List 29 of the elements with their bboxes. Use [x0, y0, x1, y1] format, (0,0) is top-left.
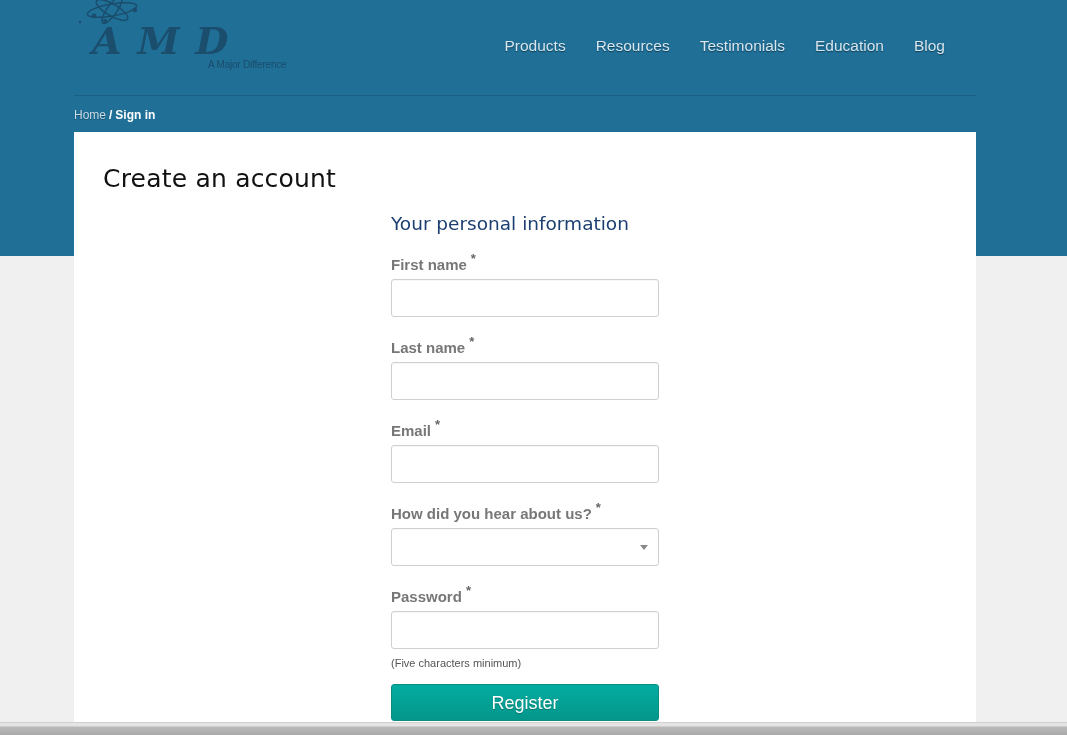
nav-link[interactable]: Resources — [580, 36, 685, 56]
nav-link[interactable]: Blog — [898, 36, 960, 56]
text-field[interactable] — [391, 445, 659, 483]
required-asterisk: * — [469, 334, 475, 349]
password-field[interactable] — [391, 611, 659, 649]
required-asterisk: * — [465, 583, 471, 598]
atom-icon — [78, 0, 140, 24]
register-button[interactable]: Register — [391, 684, 659, 721]
breadcrumb-current: Sign in — [115, 108, 156, 122]
page-title: Create an account — [103, 163, 338, 195]
required-asterisk: * — [595, 500, 601, 515]
nav-link[interactable]: Education — [800, 36, 899, 56]
text-field[interactable] — [391, 279, 659, 317]
field-label: Last name — [391, 339, 466, 356]
field-hint: (Five characters minimum) — [391, 656, 523, 670]
section-title: Your personal information — [391, 212, 630, 236]
field-label: How did you hear about us? — [391, 505, 592, 522]
required-asterisk: * — [435, 417, 441, 432]
nav-link[interactable]: Products — [489, 36, 581, 56]
breadcrumb-separator: / — [109, 108, 113, 122]
field-label: Email — [391, 422, 432, 439]
dropdown-field[interactable] — [391, 528, 659, 566]
caret-icon — [640, 545, 648, 550]
text-field[interactable] — [391, 362, 659, 400]
nav-link[interactable]: Testimonials — [684, 36, 800, 56]
field-label: Password — [391, 588, 462, 605]
breadcrumb-link[interactable]: Home — [74, 108, 106, 122]
required-asterisk: * — [470, 251, 476, 266]
field-label: First name — [391, 256, 467, 273]
